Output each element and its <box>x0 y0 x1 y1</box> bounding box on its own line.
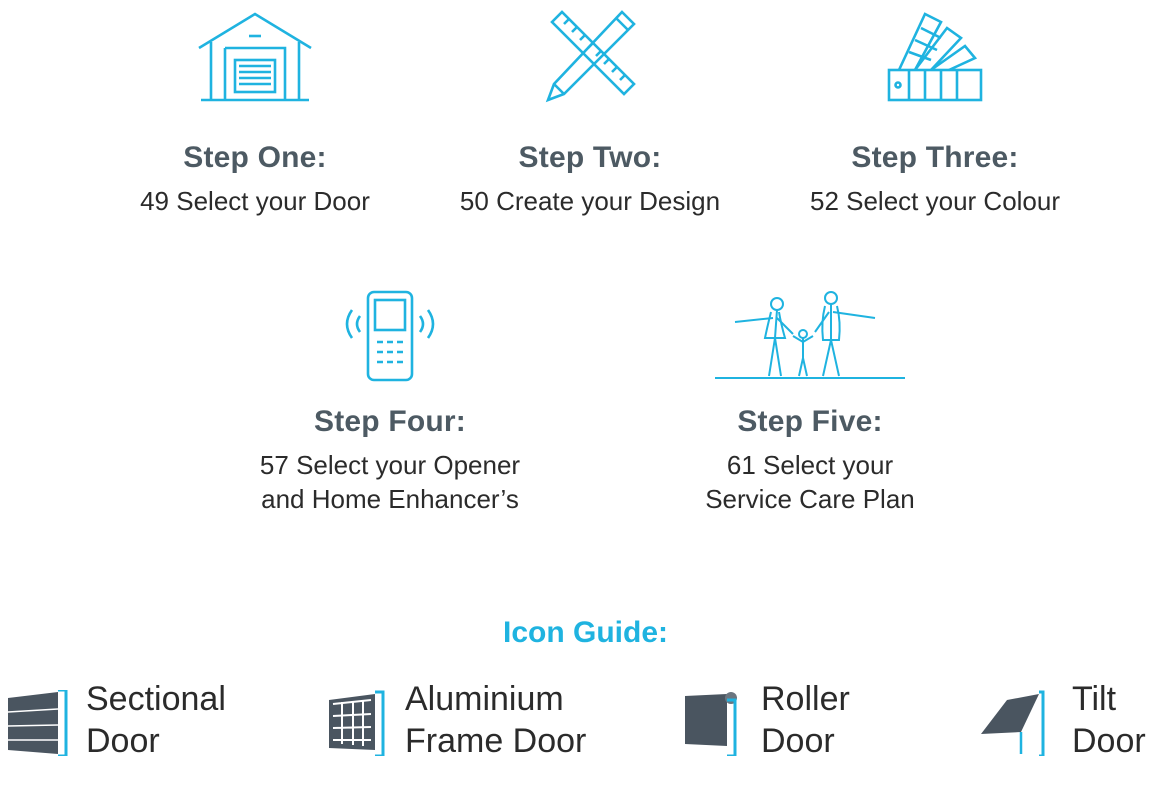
step-five: Step Five: 61 Select your Service Care P… <box>650 288 970 516</box>
garage-icon <box>198 12 312 102</box>
step-description-line-2: and Home Enhancer’s <box>261 484 519 514</box>
remote-opener-icon <box>345 290 435 382</box>
step-title: Step Two: <box>518 141 662 174</box>
design-tools-icon <box>545 10 636 103</box>
guide-label-line-2: Door <box>1072 722 1146 760</box>
guide-label: Aluminium Frame Door <box>405 678 586 762</box>
step-description: 52 Select your Colour <box>809 186 1061 216</box>
step-description-line-2: Service Care Plan <box>705 484 915 514</box>
guide-label: Roller Door <box>761 678 850 762</box>
icon-guide-title: Icon Guide: <box>503 616 668 649</box>
guide-label: Sectional Door <box>86 678 226 762</box>
step-description: 50 Create your Design <box>459 186 721 216</box>
roller-door-icon <box>685 692 737 756</box>
step-four: Step Four: 57 Select your Opener and Hom… <box>230 288 550 516</box>
step-three: Step Three: 52 Select your Colour <box>770 8 1100 218</box>
guide-label-line-1: Roller <box>761 680 850 718</box>
step-two: Step Two: 50 Create your Design <box>430 8 750 218</box>
step-title: Step Three: <box>851 141 1019 174</box>
aluminium-frame-door-icon <box>329 690 385 756</box>
guide-item-tilt-door: Tilt Door <box>972 678 1146 762</box>
step-title: Step Five: <box>737 405 883 438</box>
step-description-line-1: 57 Select your Opener <box>259 450 521 480</box>
step-title: Step One: <box>183 141 327 174</box>
family-icon <box>715 291 905 379</box>
guide-item-sectional-door: Sectional Door <box>6 678 226 762</box>
guide-label-line-1: Aluminium <box>405 680 564 718</box>
tilt-door-icon <box>981 690 1045 756</box>
guide-label-line-1: Sectional <box>86 680 226 718</box>
step-description: 49 Select your Door <box>140 186 370 216</box>
guide-label-line-2: Door <box>86 722 160 760</box>
guide-label-line-1: Tilt <box>1072 680 1117 718</box>
step-one: Step One: 49 Select your Door <box>110 8 400 218</box>
colour-swatch-icon <box>887 12 983 102</box>
guide-label: Tilt Door <box>1072 678 1146 762</box>
guide-label-line-2: Frame Door <box>405 722 587 760</box>
step-description-line-1: 61 Select your <box>726 450 894 480</box>
sectional-door-icon <box>7 690 68 756</box>
step-title: Step Four: <box>314 405 466 438</box>
guide-label-line-2: Door <box>761 722 835 760</box>
guide-item-roller-door: Roller Door <box>681 678 850 762</box>
guide-item-aluminium-frame-door: Aluminium Frame Door <box>325 678 586 762</box>
